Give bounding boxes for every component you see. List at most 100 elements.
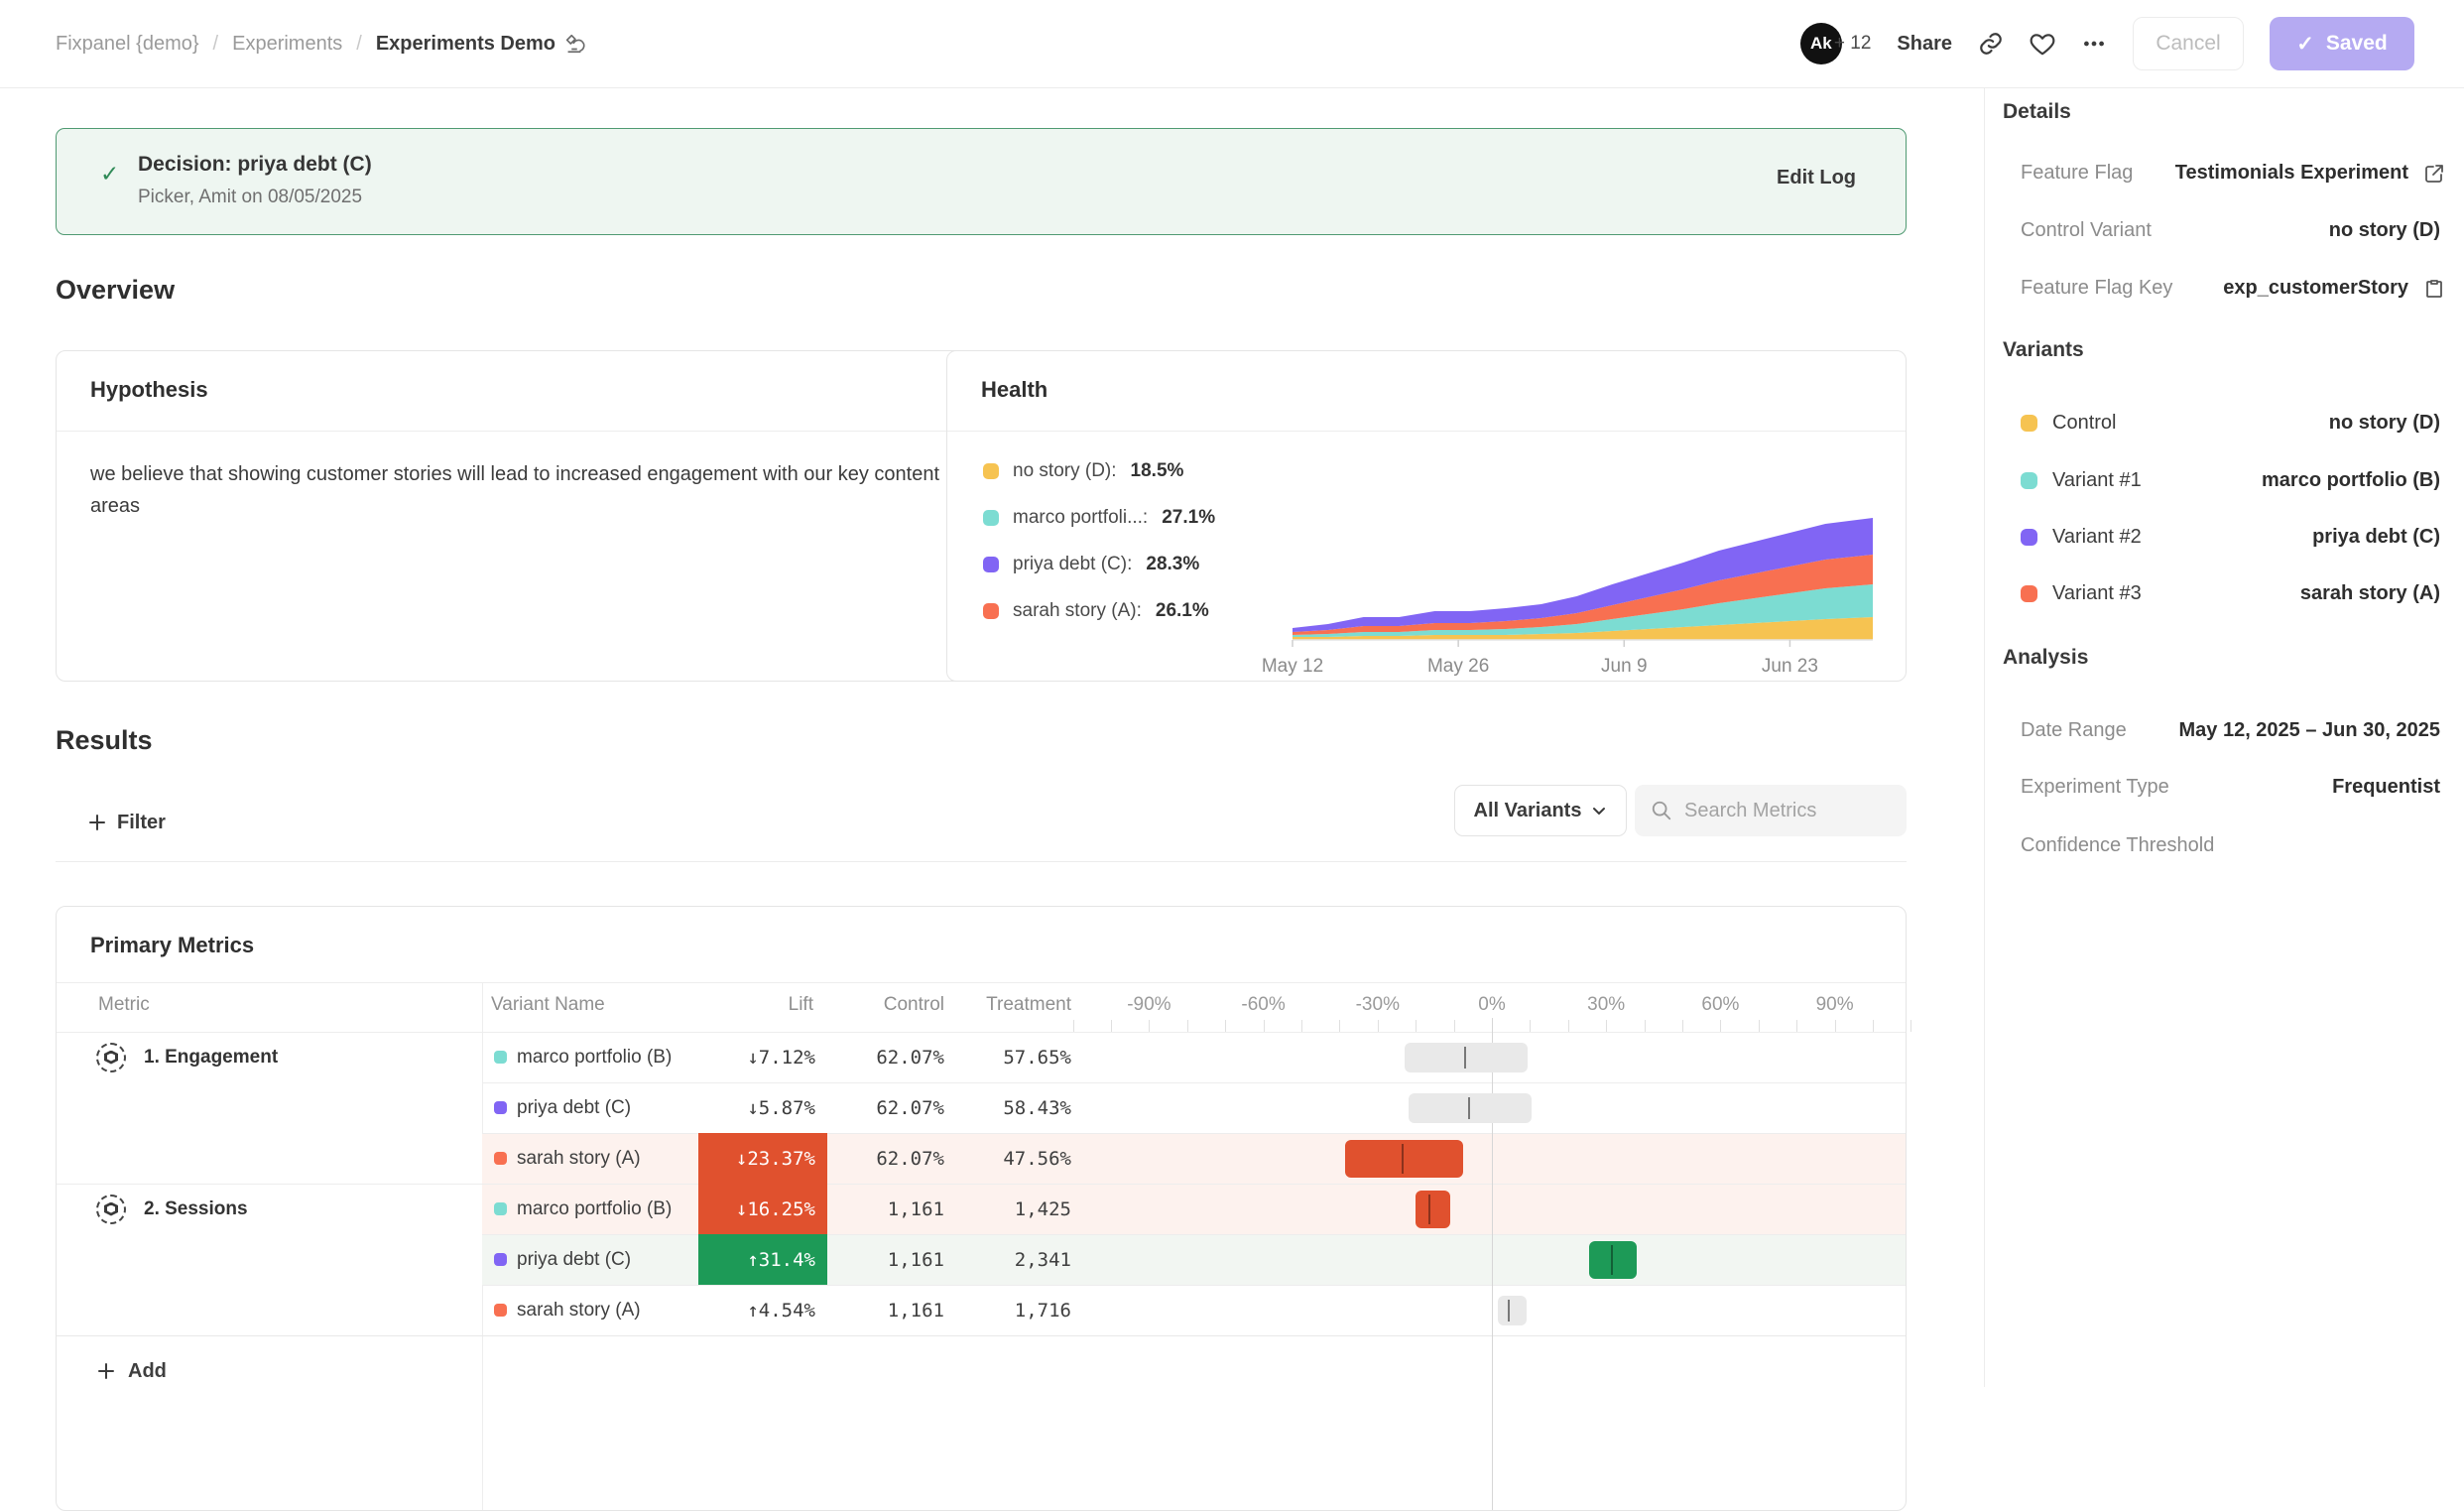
breadcrumb-item-current[interactable]: Experiments Demo [376,33,585,56]
metric-table-row[interactable]: 1. Engagementmarco portfolio (B)↓7.12%62… [57,1032,1906,1082]
collaborators-count: + 12 [1834,33,1872,55]
sidebar-heading-details: Details [2003,100,2071,124]
divider [57,1335,1906,1336]
control-value: 62.07% [805,1082,944,1133]
legend-value: 28.3% [1146,554,1199,575]
x-axis-tick-label: May 26 [1427,656,1489,677]
divider [56,861,1907,862]
metrics-table-body: 1. Engagementmarco portfolio (B)↓7.12%62… [57,907,1906,1510]
variant-cell: priya debt (C) [494,1082,631,1133]
metric-table-row[interactable]: sarah story (A)↓23.37%62.07%47.56% [57,1133,1906,1184]
sidebar-label: Control [2052,412,2116,435]
favorite-heart-icon[interactable] [2030,31,2055,57]
sidebar-label: Date Range [2021,719,2127,742]
hypothesis-card: Hypothesis we believe that showing custo… [56,350,976,682]
sidebar-value: Frequentist [2332,776,2440,799]
add-metric-button[interactable]: Add [96,1349,167,1393]
breadcrumb: Fixpanel {demo}/Experiments/Experiments … [56,0,585,87]
health-card: Health no story (D): 18.5% marco portfoli.… [946,350,1907,682]
metric-table-row[interactable]: 2. Sessionsmarco portfolio (B)↓16.25%1,1… [57,1184,1906,1234]
health-legend-item: priya debt (C): 28.3% [983,554,1199,575]
row-divider [482,1082,1906,1083]
saved-button[interactable]: ✓ Saved [2270,17,2414,70]
metric-goal-icon [96,1195,126,1224]
edit-log-button[interactable]: Edit Log [1777,167,1856,189]
metric-table-row[interactable]: sarah story (A)↑4.54%1,1611,716 [57,1285,1906,1335]
variant-cell: sarah story (A) [494,1285,641,1335]
variant-color-swatch [494,1253,507,1266]
share-button[interactable]: Share [1897,33,1952,56]
treatment-value: 1,425 [932,1184,1071,1234]
ci-median-tick [1402,1144,1404,1174]
sidebar-row-feature-flag-key: Feature Flag Keyexp_customerStory [1985,269,2464,309]
sidebar-value: no story (D) [2329,219,2440,242]
overview-heading: Overview [56,275,175,306]
decision-byline: Picker, Amit on 08/05/2025 [138,187,362,208]
legend-label: no story (D): [1013,460,1117,482]
row-divider [482,1133,1906,1134]
control-value: 1,161 [805,1285,944,1335]
variant-color-swatch [2021,472,2037,489]
ci-median-tick [1468,1097,1470,1119]
axis-tick [1910,1020,1911,1032]
toolbar: Ak + 12 Share Cancel ✓ Saved [1800,0,2414,87]
health-title: Health [981,377,1047,403]
top-bar: Fixpanel {demo}/Experiments/Experiments … [0,0,2464,88]
cancel-button[interactable]: Cancel [2133,17,2244,70]
sidebar-label: Variant #2 [2052,526,2142,549]
ci-median-tick [1464,1047,1466,1069]
sidebar-label: Variant #1 [2052,469,2142,492]
copy-link-icon[interactable] [1978,31,2004,57]
x-axis-tick-label: Jun 9 [1601,656,1647,677]
variant-cell: sarah story (A) [494,1133,641,1184]
variant-name: sarah story (A) [517,1300,641,1322]
breadcrumb-item-experiments[interactable]: Experiments [232,33,342,56]
sidebar-row-feature-flag: Feature Flag Testimonials Experiment [1985,154,2464,193]
search-metrics-input[interactable] [1682,799,1885,823]
legend-color-swatch [983,603,999,619]
right-sidebar: Details Feature Flag Testimonials Experime… [1984,88,2464,1387]
legend-value: 18.5% [1131,460,1184,482]
variant-cell: marco portfolio (B) [494,1184,672,1234]
sidebar-label: Feature Flag [2021,162,2133,185]
ci-median-tick [1428,1195,1430,1224]
breadcrumb-item-project[interactable]: Fixpanel {demo} [56,33,199,56]
variant-name: sarah story (A) [517,1148,641,1170]
control-value: 62.07% [805,1032,944,1082]
add-filter-button[interactable]: Filter [87,797,166,848]
health-chart-svg: May 12May 26Jun 9Jun 23 [1285,518,1880,677]
control-value: 1,161 [805,1184,944,1234]
sidebar-row-date-range: Date Range May 12, 2025 – Jun 30, 2025 [1985,711,2464,751]
variants-dropdown[interactable]: All Variants [1454,785,1627,836]
sidebar-value: May 12, 2025 – Jun 30, 2025 [2178,719,2440,742]
sidebar-row-variant-2: Variant #2 priya debt (C) [1985,518,2464,558]
treatment-value: 1,716 [932,1285,1071,1335]
metric-name: 2. Sessions [144,1198,248,1220]
legend-label: priya debt (C): [1013,554,1132,575]
confidence-interval-bar [1345,1140,1463,1178]
legend-color-swatch [983,463,999,479]
health-area-chart: May 12May 26Jun 9Jun 23 [1285,518,1880,677]
metric-cell: 1. Engagement [96,1032,278,1082]
sidebar-label: Variant #3 [2052,582,2142,605]
row-highlight [482,1234,1906,1285]
metric-table-row[interactable]: priya debt (C)↑31.4%1,1612,341 [57,1234,1906,1285]
sidebar-value: priya debt (C) [2312,526,2440,549]
variant-color-swatch [494,1152,507,1165]
health-legend-item: no story (D): 18.5% [983,460,1183,482]
chevron-down-icon [1591,803,1607,818]
sidebar-label: Control Variant [2021,219,2152,242]
legend-label: marco portfoli...: [1013,507,1148,529]
metric-table-row[interactable]: priya debt (C)↓5.87%62.07%58.43% [57,1082,1906,1133]
x-axis-tick-label: Jun 23 [1762,656,1818,677]
decision-banner: ✓ Decision: priya debt (C) Picker, Amit … [56,128,1907,235]
clipboard-icon[interactable] [2422,277,2446,301]
sidebar-value: Testimonials Experiment [2175,162,2408,185]
legend-value: 27.1% [1162,507,1215,529]
sidebar-label: Confidence Threshold [2021,834,2214,857]
decision-title: Decision: priya debt (C) [138,153,372,177]
metric-goal-icon [96,1043,126,1072]
variant-color-swatch [2021,415,2037,432]
more-options-icon[interactable] [2081,31,2107,57]
external-link-icon[interactable] [2422,162,2446,186]
